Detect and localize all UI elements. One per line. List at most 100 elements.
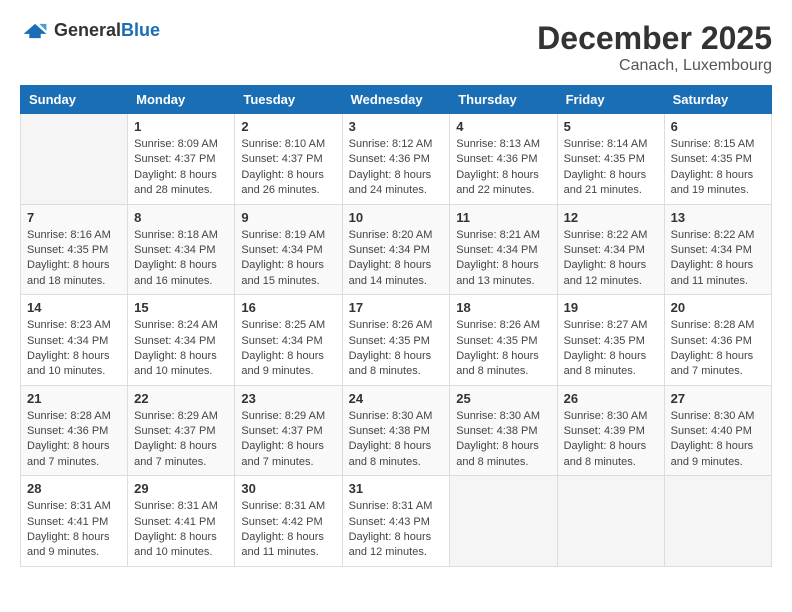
day-info-line: Sunset: 4:37 PM [241,153,322,165]
calendar-cell: 22 Sunrise: 8:29 AMSunset: 4:37 PMDayligh… [128,385,235,476]
day-info-line: Daylight: 8 hours [349,531,432,543]
day-info-line: Sunrise: 8:15 AM [671,138,755,150]
day-info-line: and 7 minutes. [27,456,99,468]
day-info: Sunrise: 8:30 AMSunset: 4:39 PMDaylight:… [564,409,658,471]
day-info-line: Sunset: 4:36 PM [456,153,537,165]
calendar-cell [450,476,557,567]
calendar-cell: 4Sunrise: 8:13 AMSunset: 4:36 PMDaylight… [450,114,557,205]
day-info-line: Sunrise: 8:20 AM [349,229,433,241]
day-info-line: Daylight: 8 hours [671,350,754,362]
day-info-line: Sunrise: 8:26 AM [456,319,540,331]
day-number: 4 [456,119,550,134]
day-info-line: Sunrise: 8:13 AM [456,138,540,150]
day-info-line: and 12 minutes. [564,275,642,287]
day-info-line: Sunrise: 8:30 AM [564,410,648,422]
day-info-line: Sunset: 4:36 PM [671,335,752,347]
day-info-line: Daylight: 8 hours [241,531,324,543]
page-header: GeneralBlue December 2025 Canach, Luxemb… [20,20,772,75]
col-monday: Monday [128,86,235,114]
day-info: Sunrise: 8:21 AMSunset: 4:34 PMDaylight:… [456,228,550,290]
col-friday: Friday [557,86,664,114]
month-title: December 2025 [537,20,772,57]
day-info-line: Sunrise: 8:22 AM [564,229,648,241]
calendar-cell: 6Sunrise: 8:15 AMSunset: 4:35 PMDaylight… [664,114,771,205]
calendar-cell: 9Sunrise: 8:19 AMSunset: 4:34 PMDaylight… [235,204,342,295]
calendar-cell: 13Sunrise: 8:22 AMSunset: 4:34 PMDayligh… [664,204,771,295]
day-info-line: Daylight: 8 hours [456,350,539,362]
day-number: 19 [564,300,658,315]
calendar-cell: 17Sunrise: 8:26 AMSunset: 4:35 PMDayligh… [342,295,450,386]
day-info: Sunrise: 8:31 AMSunset: 4:41 PMDaylight:… [134,499,228,561]
day-number: 29 [134,481,228,496]
day-info-line: Daylight: 8 hours [671,169,754,181]
day-info: Sunrise: 8:29 AMSunset: 4:37 PMDaylight:… [134,409,228,471]
day-info-line: Sunrise: 8:16 AM [27,229,111,241]
day-info: Sunrise: 8:30 AMSunset: 4:38 PMDaylight:… [349,409,444,471]
day-number: 2 [241,119,335,134]
day-number: 8 [134,210,228,225]
day-info-line: Sunset: 4:41 PM [27,516,108,528]
day-number: 9 [241,210,335,225]
day-info-line: Sunset: 4:34 PM [564,244,645,256]
day-info-line: Sunset: 4:36 PM [27,425,108,437]
day-info-line: Daylight: 8 hours [671,259,754,271]
calendar-week-row: 21Sunrise: 8:28 AMSunset: 4:36 PMDayligh… [21,385,772,476]
day-info: Sunrise: 8:31 AMSunset: 4:43 PMDaylight:… [349,499,444,561]
day-info-line: Daylight: 8 hours [134,350,217,362]
day-info: Sunrise: 8:16 AMSunset: 4:35 PMDaylight:… [27,228,121,290]
day-number: 20 [671,300,765,315]
day-info-line: Sunrise: 8:31 AM [349,500,433,512]
calendar-cell: 31Sunrise: 8:31 AMSunset: 4:43 PMDayligh… [342,476,450,567]
day-info-line: Sunset: 4:34 PM [27,335,108,347]
day-info: Sunrise: 8:31 AMSunset: 4:41 PMDaylight:… [27,499,121,561]
day-number: 26 [564,391,658,406]
day-info-line: Daylight: 8 hours [134,259,217,271]
day-info-line: Daylight: 8 hours [456,440,539,452]
day-info-line: and 8 minutes. [456,365,528,377]
day-info-line: Sunset: 4:36 PM [349,153,430,165]
day-info-line: Sunset: 4:35 PM [349,335,430,347]
day-info-line: Daylight: 8 hours [349,350,432,362]
day-info: Sunrise: 8:23 AMSunset: 4:34 PMDaylight:… [27,318,121,380]
day-info-line: Daylight: 8 hours [349,169,432,181]
day-number: 7 [27,210,121,225]
day-info-line: and 11 minutes. [671,275,748,287]
day-info-line: and 8 minutes. [564,365,636,377]
day-info-line: Sunrise: 8:30 AM [671,410,755,422]
day-info-line: and 8 minutes. [349,456,421,468]
day-info-line: and 19 minutes. [671,184,749,196]
day-number: 21 [27,391,121,406]
day-info-line: Sunrise: 8:12 AM [349,138,433,150]
calendar-cell: 16Sunrise: 8:25 AMSunset: 4:34 PMDayligh… [235,295,342,386]
day-info-line: and 7 minutes. [134,456,206,468]
day-info: Sunrise: 8:30 AMSunset: 4:38 PMDaylight:… [456,409,550,471]
day-info-line: and 11 minutes. [241,546,318,558]
day-info-line: Sunrise: 8:23 AM [27,319,111,331]
day-number: 25 [456,391,550,406]
day-info-line: Sunset: 4:42 PM [241,516,322,528]
day-number: 13 [671,210,765,225]
calendar-cell: 27Sunrise: 8:30 AMSunset: 4:40 PMDayligh… [664,385,771,476]
title-block: December 2025 Canach, Luxembourg [537,20,772,75]
calendar-cell: 2Sunrise: 8:10 AMSunset: 4:37 PMDaylight… [235,114,342,205]
day-info-line: Sunset: 4:35 PM [564,335,645,347]
day-info: Sunrise: 8:12 AM Sunset: 4:36 PM Daylight:… [349,137,444,199]
day-info-line: Sunrise: 8:14 AM [564,138,648,150]
day-info-line: and 10 minutes. [134,546,212,558]
day-info-line: Daylight: 8 hours [241,169,324,181]
col-saturday: Saturday [664,86,771,114]
day-number: 6 [671,119,765,134]
day-number: 22 [134,391,228,406]
day-info-line: Sunset: 4:39 PM [564,425,645,437]
day-info: Sunrise: 8:18 AMSunset: 4:34 PMDaylight:… [134,228,228,290]
day-info-line: Daylight: 8 hours [564,350,647,362]
calendar-cell: 26Sunrise: 8:30 AMSunset: 4:39 PMDayligh… [557,385,664,476]
day-info-line: and 8 minutes. [456,456,528,468]
day-info: Sunrise: 8:26 AMSunset: 4:35 PMDaylight:… [456,318,550,380]
day-number: 1 [134,119,228,134]
col-tuesday: Tuesday [235,86,342,114]
day-info-line: Sunset: 4:37 PM [134,153,215,165]
calendar-week-row: 1Sunrise: 8:09 AMSunset: 4:37 PMDaylight… [21,114,772,205]
day-info-line: and 9 minutes. [241,365,313,377]
logo: GeneralBlue [20,20,160,41]
